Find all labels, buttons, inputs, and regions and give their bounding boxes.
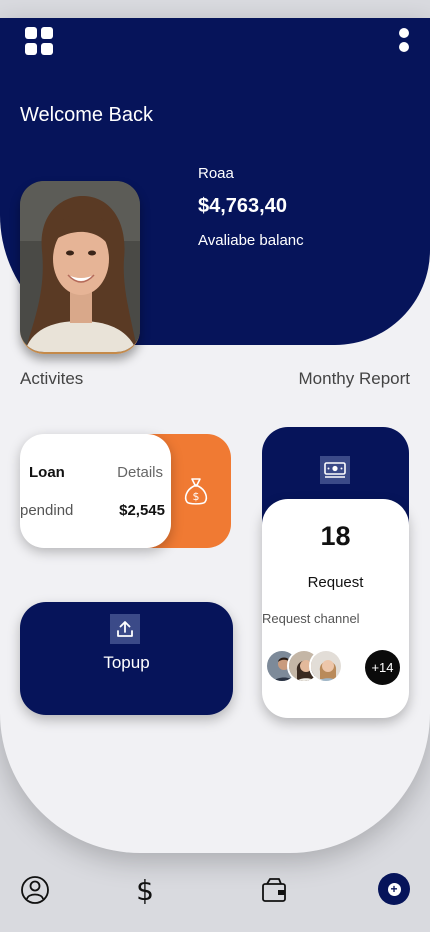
welcome-text: Welcome Back	[20, 104, 154, 126]
profile-photo[interactable]	[20, 181, 140, 354]
nav-dollar-icon[interactable]: $	[129, 873, 161, 907]
grid-menu-icon[interactable]	[25, 27, 53, 55]
request-channel-label: Request channel	[262, 611, 360, 626]
requester-avatars[interactable]	[265, 649, 345, 685]
request-card[interactable]: 18 Request Request channel +14	[262, 499, 409, 718]
nav-wallet-icon[interactable]	[258, 874, 290, 906]
money-bag-icon: $	[184, 478, 208, 505]
loan-card[interactable]: Loan Details pendind $2,545	[20, 434, 171, 548]
loan-details-link[interactable]: Details	[117, 464, 163, 481]
balance-label: Avaliabe balanc	[198, 232, 304, 249]
cash-icon	[320, 456, 350, 484]
loan-title: Loan	[29, 464, 65, 481]
monthly-report-title[interactable]: Monthy Report	[299, 369, 411, 389]
svg-text:$: $	[193, 490, 200, 503]
main-card: Welcome Back Roaa $4,763,40 Avaliabe bal…	[0, 18, 430, 853]
more-options-icon[interactable]	[399, 28, 409, 52]
upload-icon	[110, 614, 140, 644]
activities-title: Activites	[20, 369, 84, 388]
loan-status: pendind	[20, 502, 74, 519]
topup-button[interactable]: Topup	[20, 602, 233, 715]
more-requests-badge[interactable]: +14	[365, 650, 400, 685]
topup-label: Topup	[103, 653, 150, 672]
nav-profile-icon[interactable]	[19, 874, 51, 906]
request-label: Request	[307, 574, 364, 591]
request-count: 18	[320, 521, 351, 551]
loan-amount: $2,545	[119, 502, 165, 519]
add-icon: +	[387, 882, 401, 896]
balance-amount: $4,763,40	[198, 195, 287, 217]
user-name: Roaa	[198, 165, 234, 182]
dollar-glyph: $	[136, 873, 154, 907]
avatar	[309, 649, 343, 683]
nav-add-button[interactable]: +	[378, 873, 410, 905]
